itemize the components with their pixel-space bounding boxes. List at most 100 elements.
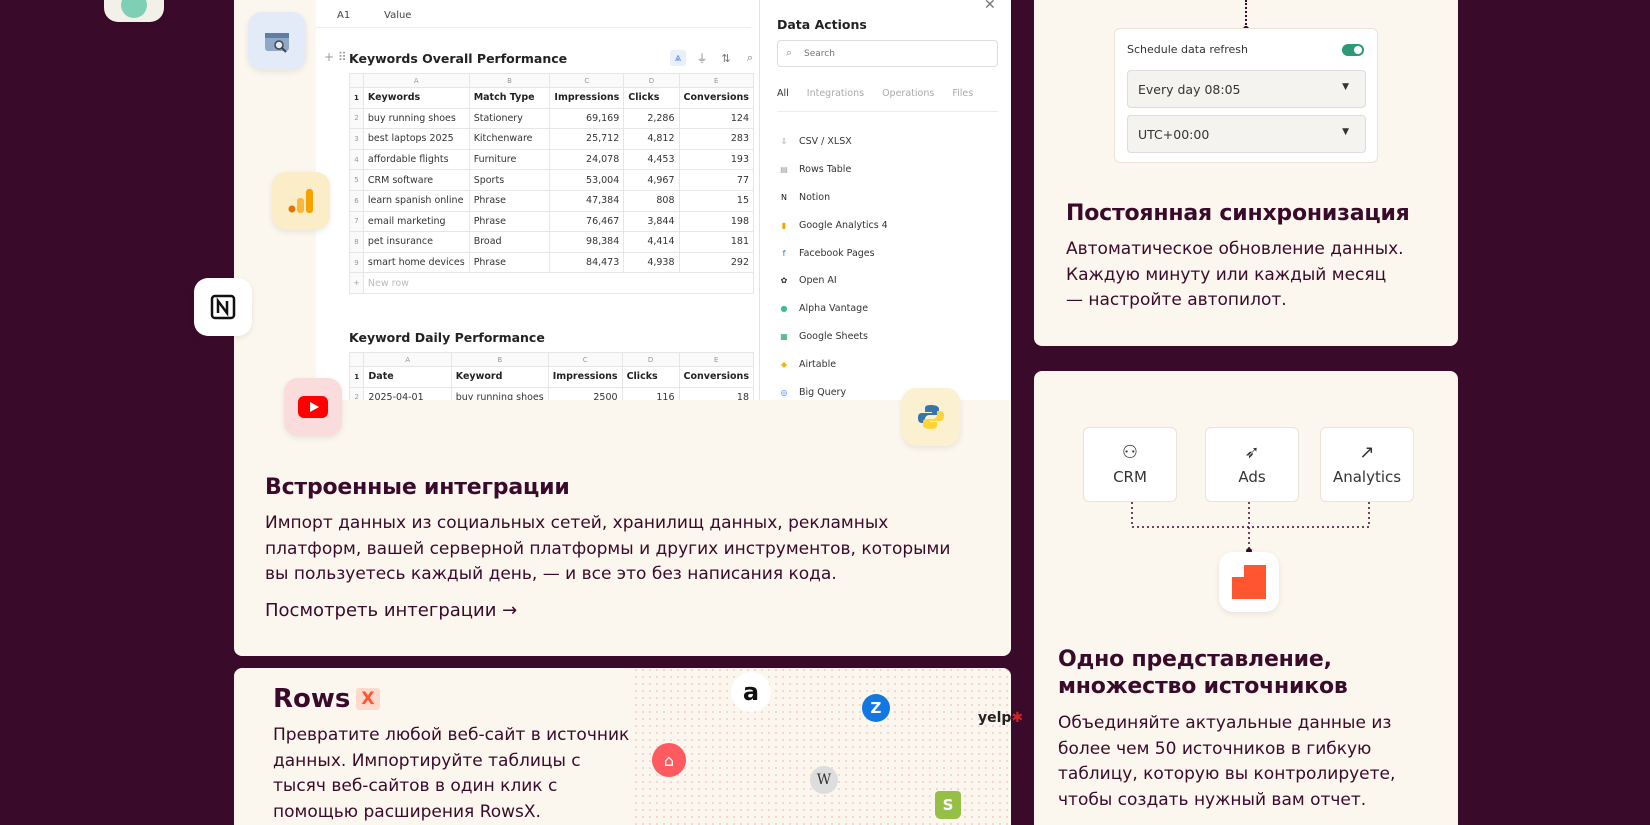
table-cell[interactable]: 69,169 — [549, 107, 625, 130]
panel-item[interactable]: f Facebook Pages — [778, 239, 888, 267]
column-letter: A — [362, 73, 470, 88]
table-cell[interactable]: buy running shoes — [362, 107, 470, 130]
table-cell[interactable]: 193 — [678, 148, 755, 171]
new-row-label[interactable]: New row — [362, 272, 755, 294]
table-cell[interactable]: 3,844 — [623, 210, 680, 233]
panel-item[interactable]: ✿ Open AI — [778, 267, 888, 295]
table-cell[interactable]: 24,078 — [549, 148, 625, 171]
table-cell[interactable]: 4,967 — [623, 169, 680, 191]
table-cell[interactable]: 53,004 — [549, 169, 625, 191]
table-cell[interactable]: Phrase — [468, 210, 551, 233]
search-icon[interactable]: ⌕ — [742, 50, 758, 66]
sort-icon[interactable]: ⇅ — [718, 50, 734, 66]
view-integrations-link[interactable]: Посмотреть интеграции → — [265, 598, 517, 624]
row-number: 1 — [349, 87, 364, 109]
table-cell[interactable]: Phrase — [468, 251, 551, 274]
source-crm: ⚇ CRM — [1083, 427, 1177, 502]
table-cell[interactable]: Broad — [468, 231, 551, 253]
panel-item[interactable]: ◆ Airtable — [778, 350, 888, 378]
tab-operations[interactable]: Operations — [882, 88, 934, 111]
panel-item[interactable]: ▤ Rows Table — [778, 156, 888, 184]
column-header[interactable]: Match Type — [468, 87, 551, 109]
table-cell[interactable]: 77 — [678, 169, 755, 191]
column-header[interactable]: Conversions — [678, 366, 755, 388]
table-cell[interactable]: 2025-04-01 — [363, 386, 452, 400]
table-cell[interactable]: 47,384 — [549, 189, 625, 212]
table-cell[interactable]: 2,286 — [623, 107, 680, 130]
table-cell[interactable]: 84,473 — [549, 251, 625, 274]
table-cell[interactable]: 4,414 — [623, 231, 680, 253]
add-block-icon[interactable]: + ⠿ — [324, 50, 347, 64]
row-number: 2 — [349, 107, 364, 130]
source-analytics: ↗ Analytics — [1320, 427, 1414, 502]
tab-files[interactable]: Files — [952, 88, 973, 111]
table-cell[interactable]: 15 — [678, 189, 755, 212]
data-source-icon[interactable]: ⩓ — [670, 50, 686, 66]
panel-item[interactable]: ▮ Google Analytics 4 — [778, 211, 888, 239]
column-header[interactable]: Keywords — [362, 87, 470, 109]
table-cell[interactable]: 808 — [623, 189, 680, 212]
table-cell[interactable]: 4,453 — [623, 148, 680, 171]
table-cell[interactable]: Sports — [468, 169, 551, 191]
column-header[interactable]: Clicks — [623, 87, 680, 109]
table-cell[interactable]: 4,938 — [623, 251, 680, 274]
table-cell[interactable]: email marketing — [362, 210, 470, 233]
column-header[interactable]: Conversions — [678, 87, 755, 109]
new-row[interactable]: + New row — [349, 272, 755, 294]
table-cell[interactable]: best laptops 2025 — [362, 128, 470, 150]
panel-item[interactable]: ● Alpha Vantage — [778, 295, 888, 323]
table2-title: Keyword Daily Performance — [349, 330, 545, 345]
table-cell[interactable]: 124 — [678, 107, 755, 130]
column-header[interactable]: Clicks — [621, 366, 680, 388]
table-cell[interactable]: 25,712 — [549, 128, 625, 150]
tab-all[interactable]: All — [777, 88, 789, 111]
table-cell[interactable]: smart home devices — [362, 251, 470, 274]
table-cell[interactable]: 181 — [678, 231, 755, 253]
table-cell[interactable]: CRM software — [362, 169, 470, 191]
table-cell[interactable]: Phrase — [468, 189, 551, 212]
row-number: 5 — [349, 169, 364, 191]
table-cell[interactable]: Furniture — [468, 148, 551, 171]
table-cell[interactable]: 76,467 — [549, 210, 625, 233]
panel-item[interactable]: N Notion — [778, 184, 888, 212]
airbnb-icon: ⌂ — [652, 743, 686, 777]
schedule-toggle[interactable] — [1342, 44, 1364, 56]
tab-integrations[interactable]: Integrations — [807, 88, 864, 111]
add-row-icon[interactable]: + — [349, 272, 364, 294]
table-cell[interactable]: 198 — [678, 210, 755, 233]
column-header[interactable]: Impressions — [547, 366, 623, 388]
panel-item[interactable]: ⇩ CSV / XLSX — [778, 128, 888, 156]
sources-heading-line1: Одно представление, — [1058, 647, 1332, 672]
timezone-select[interactable]: UTC+00:00 ▼ — [1127, 115, 1366, 153]
table-cell[interactable]: Kitchenware — [468, 128, 551, 150]
filter-icon[interactable]: ⏚ — [694, 50, 710, 66]
column-header[interactable]: Date — [363, 366, 452, 388]
formula-bar: A1 Value — [316, 8, 751, 28]
table-cell[interactable]: Stationery — [468, 107, 551, 130]
table-cell[interactable]: buy running shoes — [450, 386, 549, 400]
table-cell[interactable]: learn spanish online — [362, 189, 470, 212]
frequency-select[interactable]: Every day 08:05 ▼ — [1127, 70, 1366, 108]
table-cell[interactable]: affordable flights — [362, 148, 470, 171]
panel-item[interactable]: ◎ Big Query — [778, 378, 888, 400]
row-number: 7 — [349, 210, 364, 233]
table-cell[interactable]: 116 — [621, 386, 680, 400]
panel-item-label: Alpha Vantage — [799, 303, 869, 315]
search-icon: ⌕ — [786, 46, 793, 59]
table-cell[interactable]: 18 — [678, 386, 755, 400]
column-letter: C — [549, 73, 625, 88]
table-cell[interactable]: 4,812 — [623, 128, 680, 150]
panel-item[interactable]: ▦ Google Sheets — [778, 323, 888, 351]
column-header[interactable]: Impressions — [549, 87, 625, 109]
table-cell[interactable]: 292 — [678, 251, 755, 274]
table-cell[interactable]: 2500 — [547, 386, 623, 400]
table-cell[interactable]: pet insurance — [362, 231, 470, 253]
column-header[interactable]: Keyword — [450, 366, 549, 388]
close-icon[interactable]: ✕ — [984, 0, 996, 13]
search-input[interactable] — [804, 45, 989, 63]
table-cell[interactable]: 98,384 — [549, 231, 625, 253]
table-cell[interactable]: 283 — [678, 128, 755, 150]
table-row: 6 learn spanish online Phrase 47,384 808 15 — [349, 189, 755, 212]
table1-title: Keywords Overall Performance — [349, 51, 568, 66]
search-box[interactable]: ⌕ — [777, 40, 998, 67]
